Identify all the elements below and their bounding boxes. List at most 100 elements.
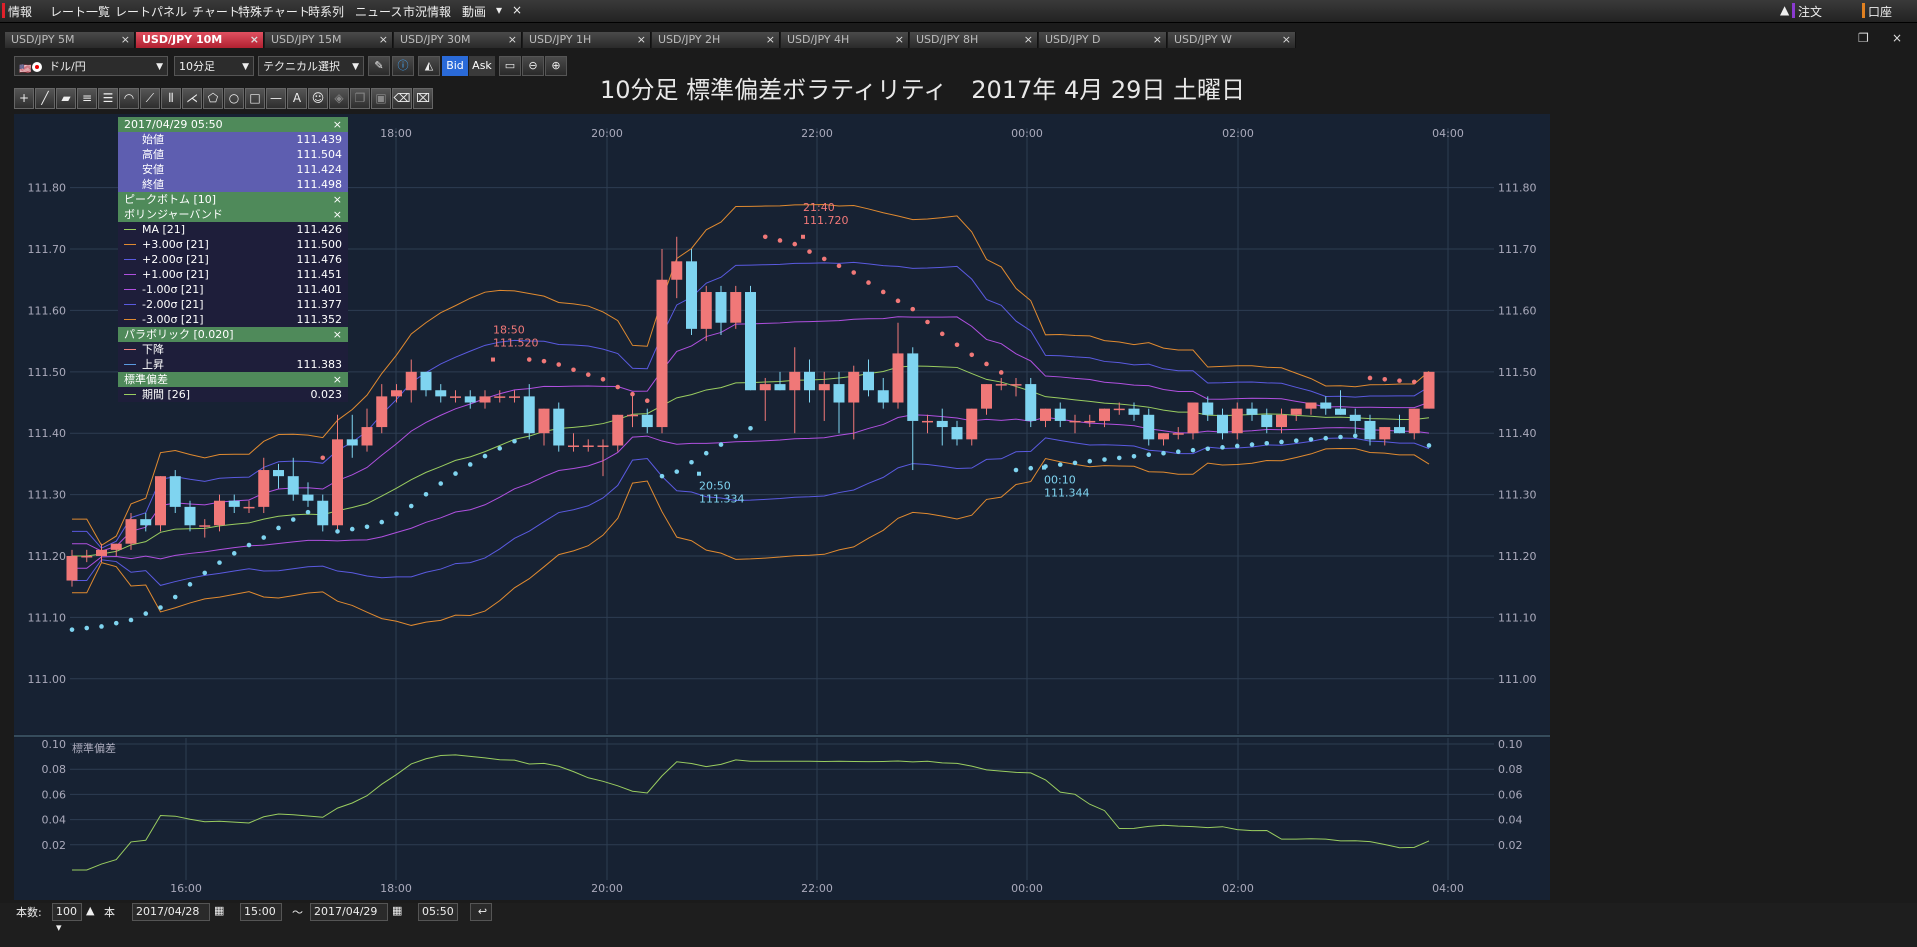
tab-2h[interactable]: USD/JPY 2H × [652,32,780,48]
shape-delete-icon[interactable]: ◈ [329,88,349,109]
tab-8h[interactable]: USD/JPY 8H × [910,32,1038,48]
sar-dot [453,471,458,476]
info-panel[interactable]: 2017/04/29 05:50 × 始値 111.439 高値 111.504 安値… [118,117,348,402]
currency-pair-select[interactable]: 🇺🇸 ドル/円 ▼ [14,56,168,76]
copy-icon[interactable]: ❐ [350,88,370,109]
eraser-all-icon[interactable]: ⌧ [413,88,433,109]
hline-icon[interactable]: — [266,88,286,109]
circle-icon[interactable]: ○ [224,88,244,109]
order-button[interactable]: 注文 [1798,3,1822,20]
paste-icon[interactable]: ▣ [371,88,391,109]
sar-dot [969,352,975,358]
sar-dot [1323,435,1329,441]
candle-body [1231,408,1243,434]
close-icon[interactable]: × [1024,32,1033,48]
close-icon[interactable]: × [766,32,775,48]
close-icon[interactable]: × [333,207,342,222]
return-icon[interactable]: ↩ [470,903,492,921]
menu-item-video[interactable]: 動画 [462,3,486,20]
pen-icon[interactable]: ✎ [368,56,390,76]
close-icon[interactable]: × [637,32,646,48]
count-up-icon[interactable]: ▲ [86,904,94,917]
menu-item-market-info[interactable]: 市況情報 [403,3,451,20]
fan-icon[interactable]: ⟋ [140,88,160,109]
ohlc-low: 安値 111.424 [118,162,348,177]
technical-select[interactable]: テクニカル選択 ▼ [258,56,364,76]
tab-d[interactable]: USD/JPY D × [1039,32,1167,48]
bid-button[interactable]: Bid [442,56,468,76]
menu-item-rate-list[interactable]: レート一覧 [50,3,110,20]
tab-15m[interactable]: USD/JPY 15M × [265,32,393,48]
sar-dot [172,594,178,600]
close-icon[interactable]: × [333,117,342,132]
pitchfork-icon[interactable]: ⋌ [182,88,202,109]
eraser-icon[interactable]: ⌫ [392,88,412,109]
pentagon-icon[interactable]: ⬠ [203,88,223,109]
menu-item-special-chart[interactable]: 特殊チャート [238,3,310,20]
ask-button[interactable]: Ask [469,56,495,76]
close-icon[interactable]: × [508,32,517,48]
account-button[interactable]: 口座 [1868,3,1892,20]
close-icon[interactable]: × [333,327,342,342]
tab-1h[interactable]: USD/JPY 1H × [523,32,651,48]
y-tick-label: 111.30 [1498,489,1537,502]
from-date-input[interactable]: 2017/04/28 [132,903,210,921]
close-icon[interactable]: × [895,32,904,48]
menu-item-rate-panel[interactable]: レートパネル [115,3,187,20]
menu-item-info[interactable]: 情報 [8,3,32,20]
close-icon[interactable]: × [333,192,342,207]
close-icon[interactable]: × [250,32,259,48]
to-time-input[interactable]: 05:50 [418,903,458,921]
rate-display-icon[interactable]: ▭ [499,56,521,76]
ohlc-high: 高値 111.504 [118,147,348,162]
bollinger-row: +1.00σ [21] 111.451 [118,267,348,282]
arc-icon[interactable]: ◠ [119,88,139,109]
to-date-input[interactable]: 2017/04/29 [310,903,388,921]
ruler-icon[interactable]: ▰ [56,88,76,109]
close-icon[interactable]: × [1282,32,1291,48]
menu-dropdown-icon[interactable]: ▾ [496,3,502,17]
calendar-icon[interactable]: ▦ [214,904,224,917]
y-tick-label: 111.70 [28,243,67,256]
count-select[interactable]: 100 ▾ [52,903,82,934]
info-icon[interactable]: ⓘ [392,56,414,76]
candle-body [1394,427,1405,434]
trendline-icon[interactable]: ╱ [35,88,55,109]
tab-4h[interactable]: USD/JPY 4H × [781,32,909,48]
tab-30m[interactable]: USD/JPY 30M × [394,32,522,48]
window-close-icon[interactable]: × [1892,31,1902,45]
close-icon[interactable]: × [1153,32,1162,48]
scroll-up-icon[interactable]: ▲ [1780,3,1789,17]
from-time-input[interactable]: 15:00 [240,903,282,921]
candle-body [464,396,476,403]
candle-body [1261,414,1273,428]
fibonacci-icon[interactable]: ☰ [98,88,118,109]
calendar-icon[interactable]: ▦ [392,904,402,917]
zoom-out-icon[interactable]: ⊖ [522,56,544,76]
mountain-chart-icon[interactable]: ◭ [418,56,440,76]
menu-item-chart[interactable]: チャート [192,3,240,20]
sar-dot [246,542,252,548]
x-tick-label: 02:00 [1222,127,1254,140]
horizontal-lines-icon[interactable]: ≡ [77,88,97,109]
close-icon[interactable]: × [121,32,130,48]
rectangle-icon[interactable]: □ [245,88,265,109]
close-icon[interactable]: × [333,372,342,387]
technical-label: テクニカル選択 [263,60,340,73]
zoom-in-icon[interactable]: ⊕ [545,56,567,76]
restore-icon[interactable]: ❐ [1858,31,1869,45]
menu-item-news[interactable]: ニュース [355,3,402,20]
crosshair-icon[interactable]: + [14,88,34,109]
menu-close-icon[interactable]: × [512,3,522,17]
candle-body [568,445,579,447]
tab-w[interactable]: USD/JPY W × [1168,32,1296,48]
close-icon[interactable]: × [379,32,388,48]
menu-item-time-series[interactable]: 時系列 [308,3,344,20]
tab-5m[interactable]: USD/JPY 5M × [5,32,135,48]
text-icon[interactable]: A [287,88,307,109]
tab-10m[interactable]: USD/JPY 10M × [136,32,264,48]
vertical-lines-icon[interactable]: ⦀ [161,88,181,109]
face-icon[interactable]: ☺ [308,88,328,109]
candle-body [155,476,166,526]
timeframe-select[interactable]: 10分足 ▼ [174,56,254,76]
